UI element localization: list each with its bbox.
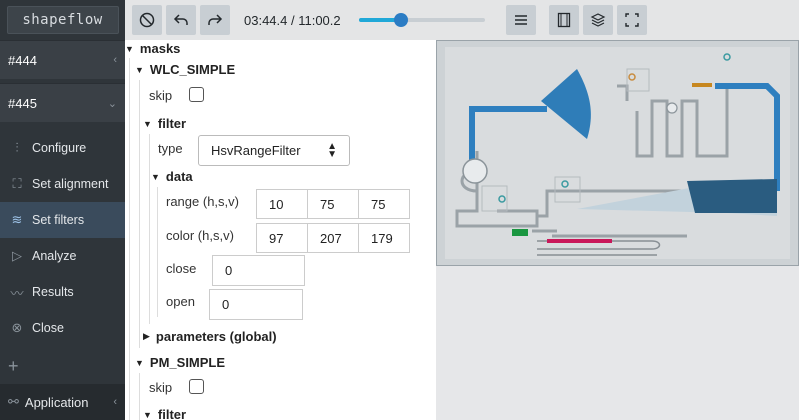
close-circle-icon: ⊗ (11, 320, 23, 335)
nav-label: Configure (32, 141, 87, 155)
application-menu[interactable]: ⚯ Application ‹ (0, 384, 125, 420)
close-label: close (166, 261, 197, 276)
chevron-left-icon: ‹ (113, 396, 117, 408)
skip-checkbox[interactable] (189, 87, 204, 102)
layers-button[interactable] (582, 5, 613, 35)
caret-down-icon: ▼ (151, 171, 160, 182)
brand-area: shapeflow (0, 0, 125, 40)
filter-settings-panel: ▼ masks ▼ WLC_SIMPLE skip ▼ filter type … (125, 40, 436, 420)
toolbar: 03:44.4 / 11:00.2 (125, 0, 799, 40)
nav-analyze[interactable]: ▷ Analyze (0, 238, 125, 274)
chevron-down-icon: ⌄ (107, 97, 117, 110)
caret-down-icon: ▼ (135, 357, 144, 368)
sidebar: shapeflow #444 ‹ #445 ⌄ ⫶ Configure ⛶ Se… (0, 0, 125, 420)
nav-label: Close (32, 321, 64, 335)
feed-label: #445 (8, 95, 37, 111)
seek-slider[interactable] (358, 10, 485, 30)
nav-results[interactable]: 〰 Results (0, 274, 125, 310)
nav-label: Set alignment (32, 177, 109, 191)
layers-icon: ≋ (11, 212, 23, 227)
feed-label: #444 (8, 52, 37, 68)
color-s-input[interactable]: 207 (307, 223, 359, 253)
redo-icon (208, 14, 223, 25)
time-display: 03:44.4 / 11:00.2 (244, 12, 341, 28)
range-h-input[interactable]: 10 (256, 189, 308, 219)
application-label: Application (24, 394, 89, 410)
nav-label: Analyze (32, 249, 77, 263)
range-label: range (h,s,v) (166, 194, 239, 209)
color-v-input[interactable]: 179 (358, 223, 410, 253)
undo-button[interactable] (166, 5, 196, 35)
feed-item-444[interactable]: #444 ‹ (0, 40, 125, 79)
nav-set-filters[interactable]: ≋ Set filters (0, 202, 125, 238)
mask-wlc-simple-header[interactable]: ▼ WLC_SIMPLE (135, 62, 235, 77)
menu-icon (514, 15, 527, 25)
ban-icon (139, 12, 155, 28)
chip-image (437, 41, 798, 265)
video-frame[interactable] (436, 40, 799, 266)
fullscreen-button[interactable] (616, 5, 647, 35)
open-input[interactable]: 0 (209, 289, 303, 320)
chevron-left-icon: ‹ (113, 54, 117, 66)
stop-button[interactable] (132, 5, 162, 35)
range-s-input[interactable]: 75 (307, 189, 359, 219)
parameters-header[interactable]: ▶ parameters (global) (143, 329, 277, 344)
caret-right-icon: ▶ (143, 331, 150, 341)
open-label: open (166, 294, 195, 309)
expand-icon (624, 13, 639, 27)
caret-down-icon: ▼ (135, 64, 144, 75)
link-icon: ⚯ (8, 394, 19, 409)
filter-header[interactable]: ▼ filter (143, 116, 186, 131)
caret-down-icon: ▼ (143, 409, 152, 420)
masks-header[interactable]: ▼ masks (125, 41, 180, 56)
brand-logo[interactable]: shapeflow (6, 6, 119, 34)
color-label: color (h,s,v) (166, 228, 234, 243)
filter-header[interactable]: ▼ filter (143, 407, 186, 420)
nav-configure[interactable]: ⫶ Configure (0, 130, 125, 166)
align-icon: ⛶ (12, 176, 22, 191)
color-h-input[interactable]: 97 (256, 223, 308, 253)
nav-set-alignment[interactable]: ⛶ Set alignment (0, 166, 125, 202)
caret-down-icon: ▼ (125, 43, 134, 54)
sort-icon: ▲ ▼ (327, 140, 337, 160)
skip-checkbox[interactable] (189, 379, 204, 394)
seek-knob[interactable] (394, 13, 409, 27)
add-feed-button[interactable]: + (0, 348, 125, 384)
range-v-input[interactable]: 75 (358, 189, 410, 219)
layers-icon (590, 13, 605, 27)
nav-label: Set filters (32, 213, 85, 227)
nav-label: Results (32, 285, 74, 299)
play-icon: ▷ (12, 248, 22, 263)
menu-button[interactable] (505, 5, 536, 35)
chart-icon: 〰 (10, 285, 24, 301)
filter-type-select[interactable]: HsvRangeFilter ▲ ▼ (198, 135, 350, 166)
mask-pm-simple-header[interactable]: ▼ PM_SIMPLE (135, 355, 225, 370)
skip-label: skip (149, 380, 173, 395)
film-button[interactable] (548, 5, 579, 35)
feed-item-445[interactable]: #445 ⌄ (0, 83, 125, 122)
data-header[interactable]: ▼ data (151, 169, 193, 184)
close-input[interactable]: 0 (212, 255, 305, 286)
film-icon (557, 12, 570, 28)
skip-label: skip (149, 88, 173, 103)
redo-button[interactable] (200, 5, 230, 35)
nav-close[interactable]: ⊗ Close (0, 310, 125, 346)
sliders-icon: ⫶ (15, 140, 19, 155)
undo-icon (173, 14, 188, 25)
caret-down-icon: ▼ (143, 118, 152, 129)
type-label: type (158, 141, 183, 156)
